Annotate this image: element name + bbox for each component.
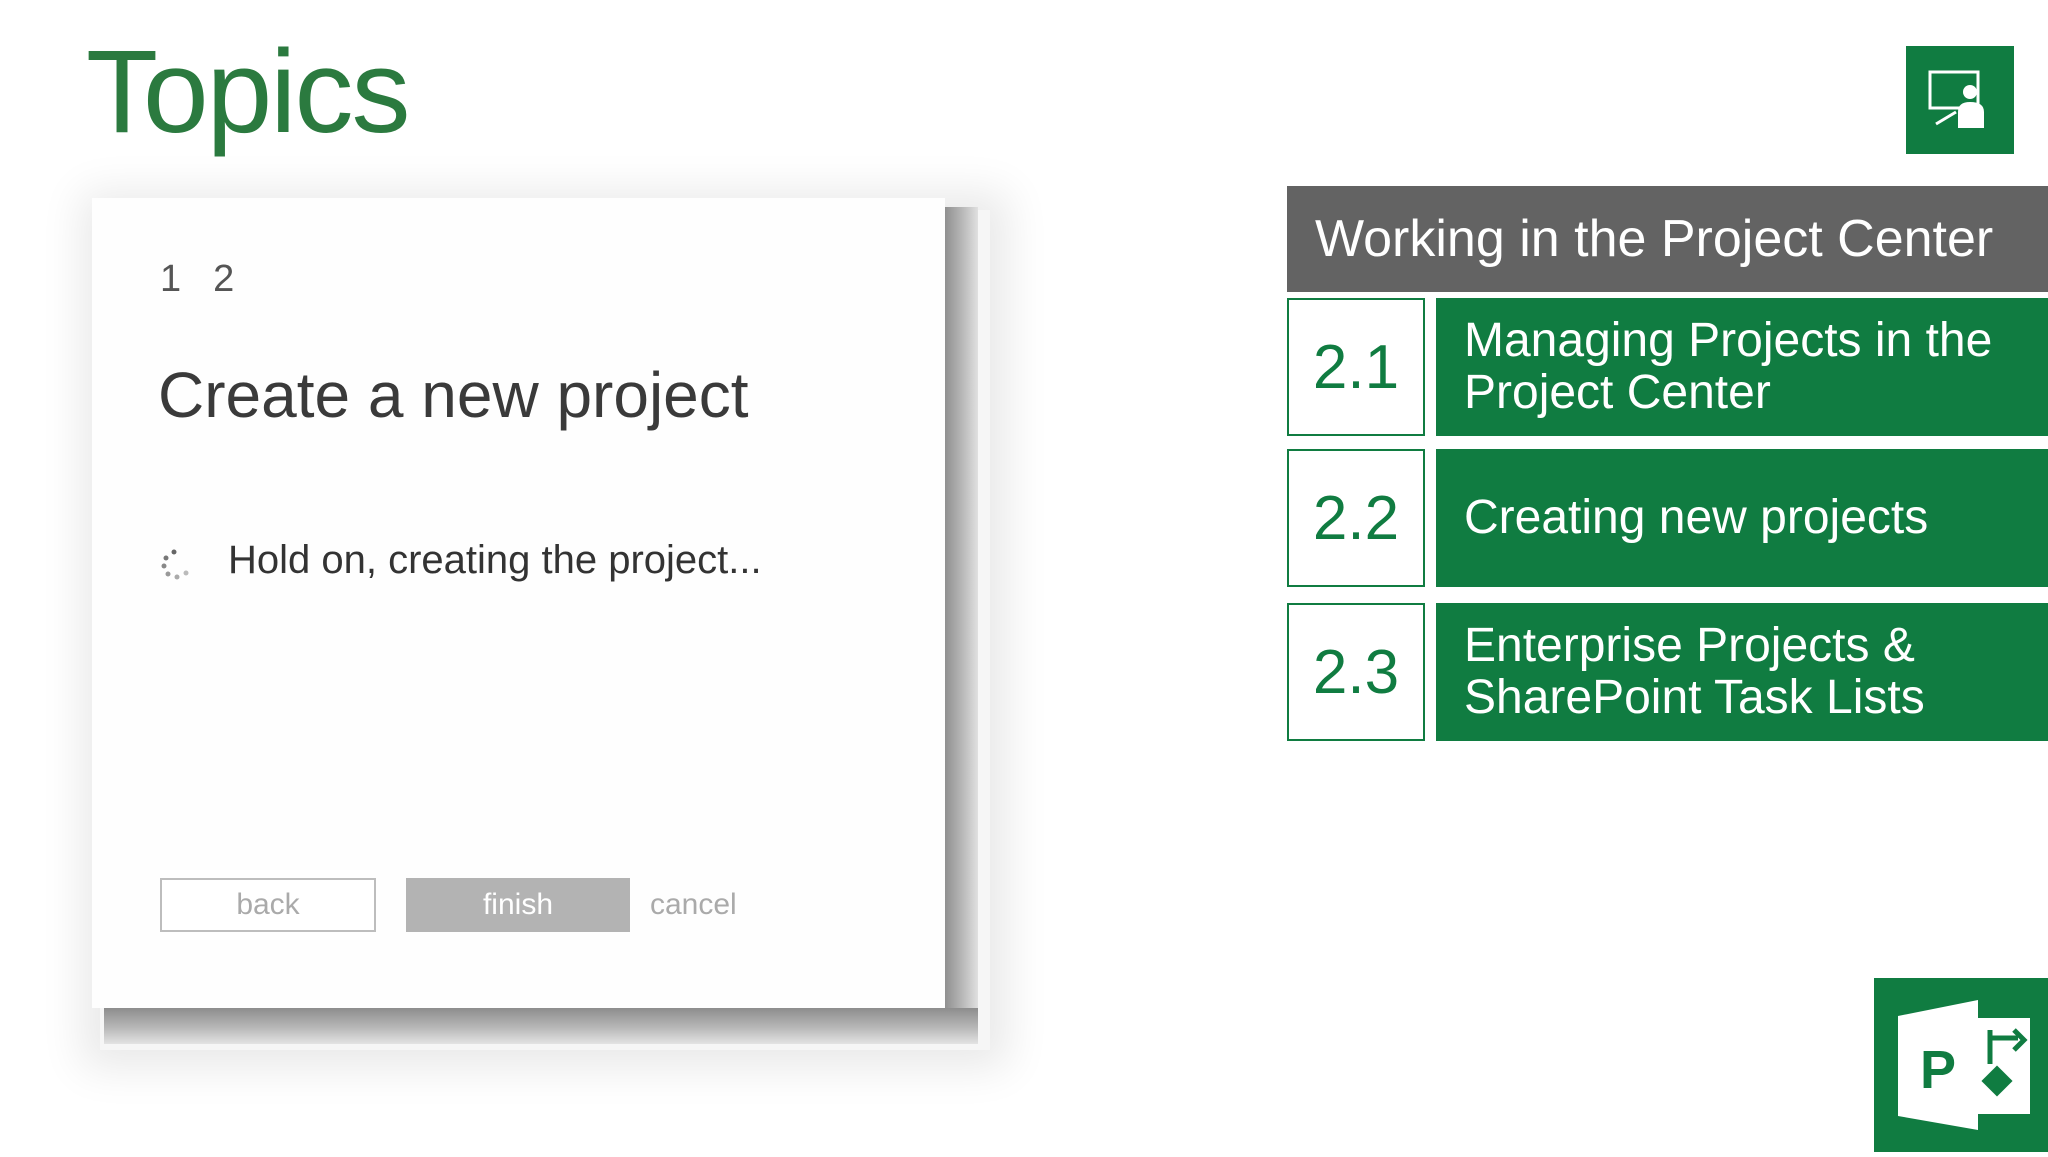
finish-button[interactable]: finish xyxy=(406,878,630,932)
agenda-number: 2.1 xyxy=(1287,298,1425,436)
app-logo-letter: P xyxy=(1920,1040,1956,1100)
agenda-header: Working in the Project Center xyxy=(1287,186,2048,292)
dialog-heading: Create a new project xyxy=(158,359,749,431)
status-text: Hold on, creating the project... xyxy=(228,538,762,582)
step-indicator: 12 xyxy=(160,258,266,301)
presenter-icon xyxy=(1906,46,2014,154)
agenda-item-label: Managing Projects in the Project Center xyxy=(1436,298,2048,436)
step-2[interactable]: 2 xyxy=(213,258,234,300)
dialog-edge-bottom xyxy=(104,1008,978,1044)
agenda-number: 2.3 xyxy=(1287,603,1425,741)
agenda-item-label: Enterprise Projects & SharePoint Task Li… xyxy=(1436,603,2048,741)
step-1[interactable]: 1 xyxy=(160,258,181,300)
dialog-edge-right xyxy=(944,207,978,1015)
back-button[interactable]: back xyxy=(160,878,376,932)
loading-spinner-icon xyxy=(161,549,189,580)
cancel-button[interactable]: cancel xyxy=(650,878,750,932)
page-title: Topics xyxy=(86,26,410,158)
agenda-number: 2.2 xyxy=(1287,449,1425,587)
agenda-item-label: Creating new projects xyxy=(1436,449,2048,587)
project-logo-icon: P xyxy=(1874,978,2048,1152)
